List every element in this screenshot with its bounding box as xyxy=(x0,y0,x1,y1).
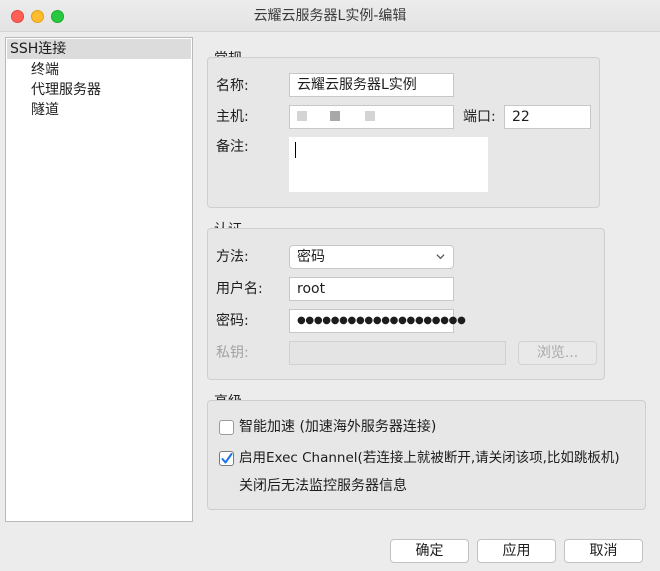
auth-method-select[interactable]: 密码 xyxy=(289,245,454,269)
title-bar: 云耀云服务器L实例-编辑 xyxy=(0,0,660,32)
password-input[interactable]: ●●●●●●●●●●●●●●●●●●●● xyxy=(289,309,466,333)
name-input[interactable]: 云耀云服务器L实例 xyxy=(289,73,454,97)
cancel-button[interactable]: 取消 xyxy=(564,539,643,563)
private-key-input[interactable] xyxy=(289,341,506,365)
settings-tree: SSH连接 终端 代理服务器 隧道 xyxy=(5,37,193,522)
method-label: 方法: xyxy=(216,249,249,265)
text-caret xyxy=(295,142,296,158)
username-label: 用户名: xyxy=(216,281,263,297)
note-textarea[interactable] xyxy=(289,137,488,192)
password-label: 密码: xyxy=(216,313,249,329)
ok-button[interactable]: 确定 xyxy=(390,539,469,563)
private-key-label: 私钥: xyxy=(216,345,249,361)
exec-channel-label: 启用Exec Channel(若连接上就被断开,请关闭该项,比如跳板机) xyxy=(239,450,620,466)
browse-button[interactable]: 浏览... xyxy=(518,341,597,365)
smart-accel-checkbox[interactable] xyxy=(219,420,234,435)
auth-method-value: 密码 xyxy=(297,249,325,265)
tree-item-ssh-connection[interactable]: SSH连接 xyxy=(7,39,191,59)
redacted-host-mark xyxy=(365,111,375,121)
smart-accel-label: 智能加速 (加速海外服务器连接) xyxy=(239,419,437,435)
exec-channel-checkbox[interactable] xyxy=(219,451,234,466)
apply-button[interactable]: 应用 xyxy=(477,539,556,563)
port-label: 端口: xyxy=(463,109,496,125)
note-label: 备注: xyxy=(216,139,249,155)
username-input[interactable]: root xyxy=(289,277,454,301)
name-label: 名称: xyxy=(216,78,249,94)
chevron-down-icon xyxy=(436,254,445,260)
tree-item-tunnel[interactable]: 隧道 xyxy=(31,100,59,120)
host-label: 主机: xyxy=(216,109,249,125)
host-input[interactable] xyxy=(289,105,454,129)
window-title: 云耀云服务器L实例-编辑 xyxy=(253,8,407,24)
redacted-host-mark xyxy=(330,111,340,121)
checkmark-icon xyxy=(221,453,233,464)
dialog-window: 云耀云服务器L实例-编辑 SSH连接 终端 代理服务器 隧道 常规 名称: 云耀… xyxy=(0,0,660,571)
exec-channel-note: 关闭后无法监控服务器信息 xyxy=(239,478,407,494)
redacted-host-mark xyxy=(297,111,307,121)
tree-item-terminal[interactable]: 终端 xyxy=(31,60,59,80)
tree-item-proxy-server[interactable]: 代理服务器 xyxy=(31,80,101,100)
port-input[interactable]: 22 xyxy=(504,105,591,129)
